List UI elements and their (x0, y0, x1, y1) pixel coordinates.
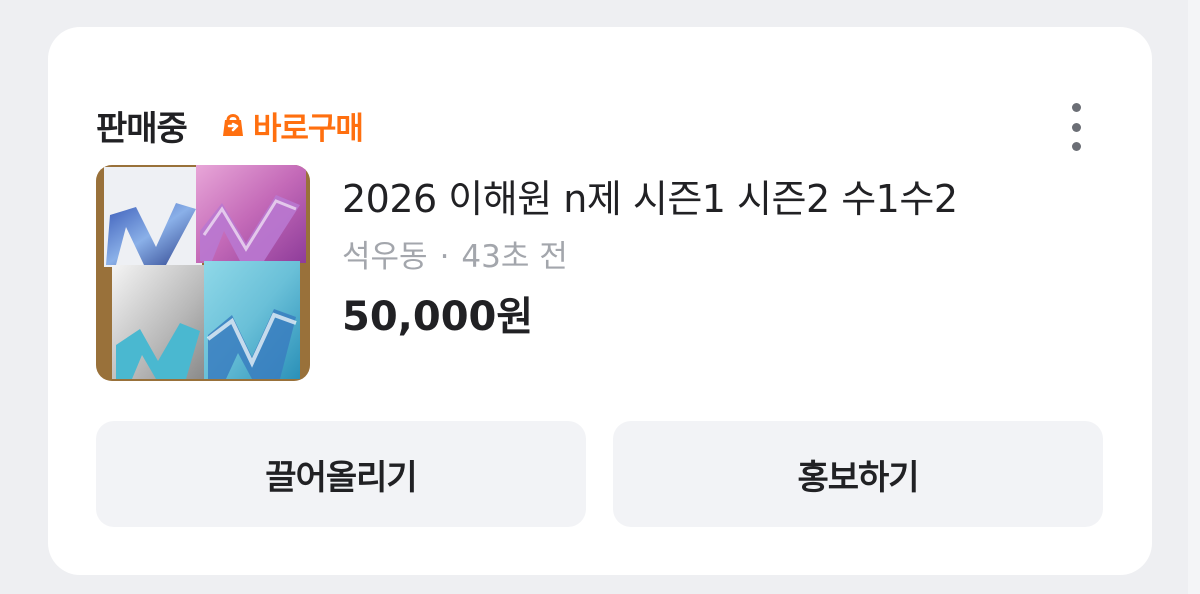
promote-button[interactable]: 홍보하기 (613, 421, 1103, 527)
bump-button[interactable]: 끌어올리기 (96, 421, 586, 527)
product-title[interactable]: 2026 이해원 n제 시즌1 시즌2 수1수2 (342, 173, 958, 225)
more-dot (1071, 122, 1081, 132)
product-thumbnail[interactable] (96, 165, 310, 381)
product-card: 판매중 바로구매 2026 이해원 n제 시즌1 시즌2 수1수2 석우동 · … (48, 27, 1152, 575)
more-dot (1071, 103, 1081, 112)
direct-buy-label: 바로구매 (252, 110, 364, 147)
page-scrollbar[interactable] (1188, 0, 1200, 594)
more-vertical-icon[interactable] (1064, 103, 1088, 151)
meta-separator: · (439, 239, 450, 275)
product-thumbnail-image (96, 165, 310, 381)
location-label: 석우동 (342, 239, 428, 275)
time-ago-label: 43초 전 (461, 239, 568, 275)
sale-status-label: 판매중 (96, 108, 188, 149)
direct-buy-icon (222, 114, 243, 136)
direct-buy-badge: 바로구매 (217, 103, 364, 148)
more-dot (1071, 142, 1081, 151)
product-price: 50,000원 (342, 294, 534, 340)
product-meta: 석우동 · 43초 전 (342, 237, 958, 277)
product-info: 2026 이해원 n제 시즌1 시즌2 수1수2 석우동 · 43초 전 50,00… (342, 173, 958, 343)
card-header: 판매중 바로구매 (96, 99, 364, 151)
